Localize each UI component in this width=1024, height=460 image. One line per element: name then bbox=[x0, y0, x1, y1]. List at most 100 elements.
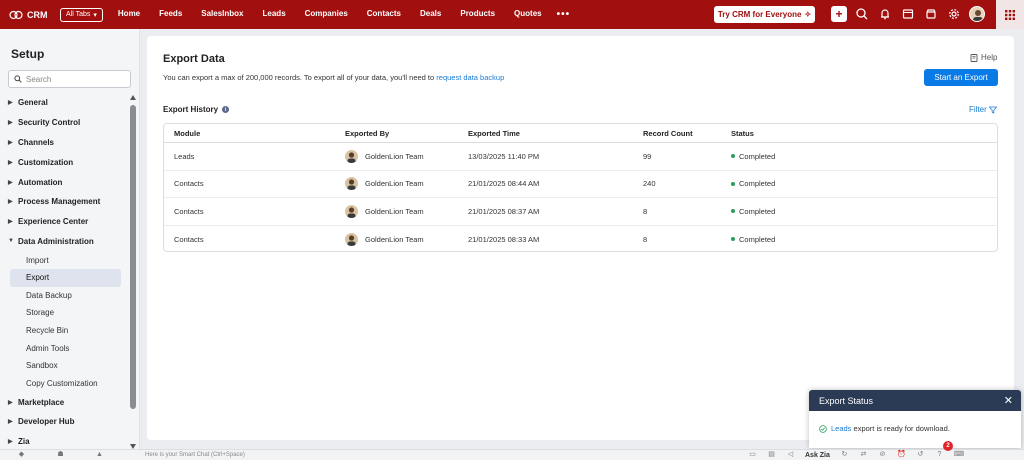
request-backup-link[interactable]: request data backup bbox=[436, 73, 504, 82]
store-icon[interactable] bbox=[923, 6, 939, 22]
tab-salesinbox[interactable]: SalesInbox bbox=[201, 9, 243, 20]
sidebar-item-customization[interactable]: ▶ Customization bbox=[0, 152, 126, 172]
screen-share-icon[interactable]: ▭ bbox=[748, 451, 757, 459]
sidebar-subitem-export[interactable]: Export bbox=[10, 268, 121, 287]
export-history-table: Module Exported By Exported Time Record … bbox=[163, 123, 998, 252]
cell-module: Leads bbox=[174, 151, 195, 161]
table-row[interactable]: Contacts GoldenLion Team 21/01/2025 08:4… bbox=[164, 171, 997, 198]
sidebar-subitem-copy-customization[interactable]: Copy Customization bbox=[0, 375, 126, 393]
check-circle-icon bbox=[819, 424, 827, 433]
help-label: Help bbox=[981, 53, 998, 62]
sidebar-item-general[interactable]: ▶ General bbox=[0, 93, 126, 113]
sidebar-subitem-admin-tools[interactable]: Admin Tools bbox=[0, 339, 126, 357]
sidebar-item-label: Customization bbox=[18, 157, 74, 167]
status-text: Completed bbox=[739, 179, 776, 189]
export-history-heading: Export History i bbox=[163, 105, 230, 114]
cell-record-count: 8 bbox=[643, 206, 648, 216]
close-icon[interactable]: ✕ bbox=[1004, 394, 1013, 407]
calendar-icon[interactable] bbox=[900, 6, 916, 22]
all-tabs-label: All Tabs bbox=[66, 11, 91, 18]
try-crm-button[interactable]: Try CRM for Everyone ✧ bbox=[714, 6, 815, 23]
user-icon[interactable]: ▲ bbox=[95, 451, 104, 459]
toast-header: Export Status ✕ bbox=[809, 390, 1021, 411]
status-dot-icon bbox=[731, 154, 735, 159]
bell-icon[interactable] bbox=[877, 6, 893, 22]
sidebar-search-input[interactable] bbox=[26, 74, 126, 84]
sidebar-subitem-storage[interactable]: Storage bbox=[0, 304, 126, 322]
caret-right-icon: ▶ bbox=[8, 199, 13, 206]
refresh-icon[interactable]: ↻ bbox=[840, 451, 849, 459]
brand[interactable]: CRM bbox=[9, 10, 57, 20]
column-header-module: Module bbox=[174, 128, 201, 138]
tab-home[interactable]: Home bbox=[118, 9, 140, 20]
sidebar-item-label: Security Control bbox=[18, 118, 81, 128]
mute-bell-icon[interactable]: ⊘ bbox=[878, 451, 887, 459]
table-row[interactable]: Contacts GoldenLion Team 21/01/2025 08:3… bbox=[164, 226, 997, 252]
sidebar-subitem-import[interactable]: Import bbox=[0, 251, 126, 269]
toast-message-text: export is ready for download. bbox=[851, 424, 950, 433]
sidebar-item-developer-hub[interactable]: ▶ Developer Hub bbox=[0, 412, 126, 432]
sidebar-item-automation[interactable]: ▶ Automation bbox=[0, 172, 126, 192]
help-link[interactable]: Help bbox=[970, 53, 997, 62]
cell-exported-time: 21/01/2025 08:44 AM bbox=[468, 179, 540, 189]
scroll-up-icon[interactable] bbox=[130, 95, 136, 100]
page-title: Export Data bbox=[163, 53, 225, 65]
tab-contacts[interactable]: Contacts bbox=[367, 9, 401, 20]
crm-logo-icon bbox=[9, 10, 23, 19]
notification-badge: 2 bbox=[943, 441, 953, 451]
search-icon[interactable] bbox=[854, 6, 870, 22]
sidebar-item-marketplace[interactable]: ▶ Marketplace bbox=[0, 392, 126, 412]
alarm-icon[interactable]: ⏰ bbox=[897, 451, 906, 459]
tab-deals[interactable]: Deals bbox=[420, 9, 441, 20]
help-book-icon bbox=[970, 53, 978, 62]
sidebar-item-data-administration[interactable]: ▼ Data Administration bbox=[0, 232, 126, 252]
sidebar-item-process-management[interactable]: ▶ Process Management bbox=[0, 192, 126, 212]
table-row[interactable]: Contacts GoldenLion Team 21/01/2025 08:3… bbox=[164, 198, 997, 226]
cell-exported-by: GoldenLion Team bbox=[336, 149, 468, 163]
tab-products[interactable]: Products bbox=[460, 9, 495, 20]
history-icon[interactable]: ↺ bbox=[916, 451, 925, 459]
app-grid-button[interactable] bbox=[996, 0, 1024, 29]
user-avatar bbox=[345, 177, 358, 191]
status-text: Completed bbox=[739, 234, 776, 244]
tab-quotes[interactable]: Quotes bbox=[514, 9, 542, 20]
sidebar-item-label: Automation bbox=[18, 177, 63, 187]
chat-icon[interactable]: ◆ bbox=[17, 451, 26, 459]
scroll-thumb[interactable] bbox=[130, 105, 136, 409]
sidebar-item-channels[interactable]: ▶ Channels bbox=[0, 133, 126, 153]
sidebar-search[interactable] bbox=[8, 70, 131, 88]
all-tabs-dropdown[interactable]: All Tabs ▾ bbox=[60, 7, 103, 22]
sidebar-scrollbar[interactable] bbox=[130, 95, 137, 449]
exported-by-name: GoldenLion Team bbox=[365, 179, 424, 189]
sidebar-item-experience-center[interactable]: ▶ Experience Center bbox=[0, 212, 126, 232]
tab-leads[interactable]: Leads bbox=[263, 9, 286, 20]
user-avatar[interactable] bbox=[969, 6, 985, 22]
sidebar-item-label: Developer Hub bbox=[18, 417, 75, 427]
sidebar-subitem-data-backup[interactable]: Data Backup bbox=[0, 287, 126, 305]
ask-zia-button[interactable]: Ask Zia bbox=[805, 452, 830, 459]
notes-icon[interactable]: ▤ bbox=[767, 451, 776, 459]
info-icon[interactable]: i bbox=[222, 106, 230, 113]
sidebar-subitem-sandbox[interactable]: Sandbox bbox=[0, 357, 126, 375]
filter-button[interactable]: Filter bbox=[969, 105, 997, 114]
tab-companies[interactable]: Companies bbox=[305, 9, 348, 20]
leads-export-link[interactable]: Leads bbox=[831, 424, 851, 433]
sidebar-item-security-control[interactable]: ▶ Security Control bbox=[0, 113, 126, 133]
caret-right-icon: ▶ bbox=[8, 159, 13, 166]
sidebar-subitem-recycle-bin[interactable]: Recycle Bin bbox=[0, 322, 126, 340]
caret-right-icon: ▶ bbox=[8, 139, 13, 146]
contacts-icon[interactable]: ☗ bbox=[56, 451, 65, 459]
tab-feeds[interactable]: Feeds bbox=[159, 9, 182, 20]
gear-icon[interactable] bbox=[946, 6, 962, 22]
more-tabs-button[interactable]: ••• bbox=[557, 9, 571, 20]
table-row[interactable]: Leads GoldenLion Team 13/03/2025 11:40 P… bbox=[164, 143, 997, 171]
smart-chat-input[interactable]: Here is your Smart Chat (Ctrl+Space) bbox=[145, 452, 245, 458]
megaphone-icon[interactable]: ◁ bbox=[786, 451, 795, 459]
column-header-exported-time: Exported Time bbox=[468, 128, 520, 138]
help-circle-icon[interactable]: ? bbox=[935, 451, 944, 459]
plus-icon[interactable]: + bbox=[831, 6, 847, 22]
keyboard-icon[interactable]: ⌨ bbox=[954, 451, 964, 459]
status-text: Completed bbox=[739, 151, 776, 161]
start-export-button[interactable]: Start an Export bbox=[924, 69, 998, 86]
transfer-icon[interactable]: ⇄ bbox=[859, 451, 868, 459]
